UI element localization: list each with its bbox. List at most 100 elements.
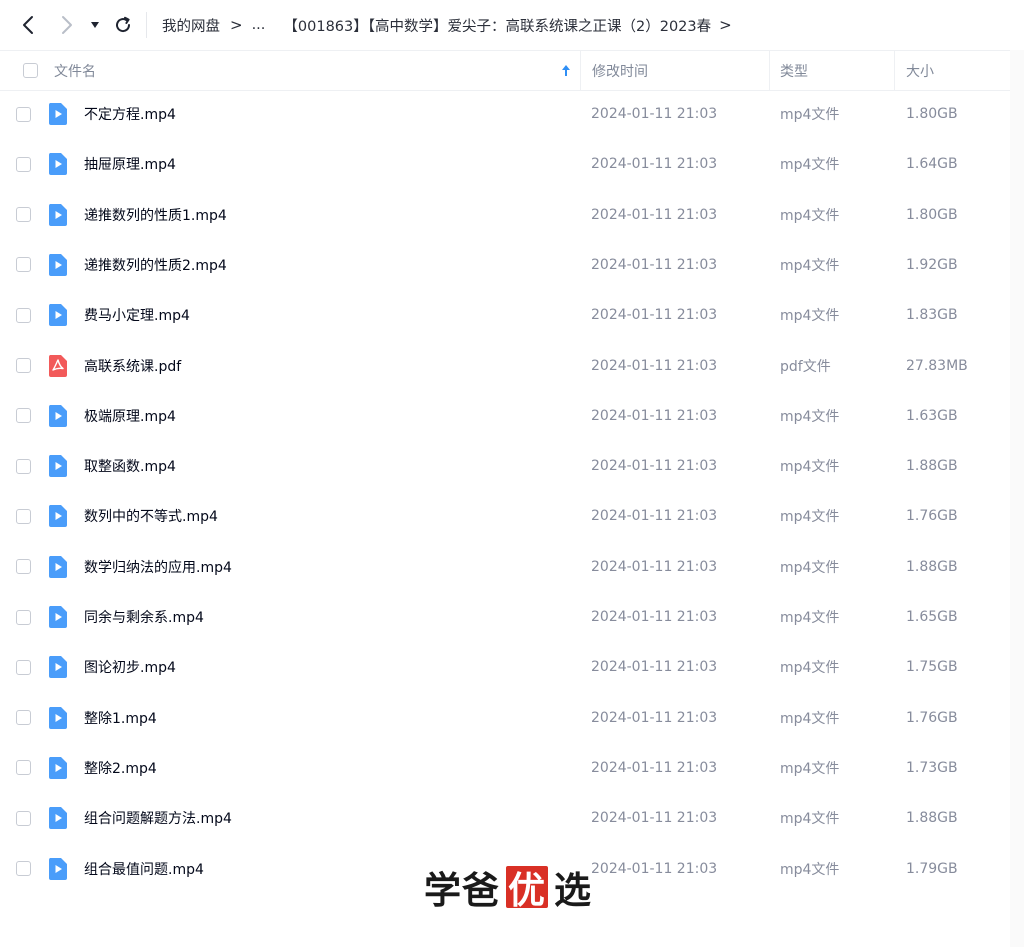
column-header-type[interactable]: 类型 — [780, 51, 808, 90]
file-name[interactable]: 费马小定理.mp4 — [84, 290, 190, 340]
pdf-icon — [47, 341, 69, 391]
file-row[interactable]: 极端原理.mp4 2024-01-11 21:03 mp4文件 1.63GB — [0, 391, 1010, 441]
file-row[interactable]: 整除1.mp4 2024-01-11 21:03 mp4文件 1.76GB — [0, 693, 1010, 743]
file-type: mp4文件 — [780, 861, 840, 878]
file-name[interactable]: 整除1.mp4 — [84, 693, 157, 743]
file-row[interactable]: 不定方程.mp4 2024-01-11 21:03 mp4文件 1.80GB — [0, 89, 1010, 139]
file-row[interactable]: 递推数列的性质2.mp4 2024-01-11 21:03 mp4文件 1.92GB — [0, 240, 1010, 290]
file-type: mp4文件 — [780, 509, 840, 526]
column-header-size[interactable]: 大小 — [906, 51, 934, 90]
row-checkbox-wrap — [16, 341, 31, 391]
video-icon — [47, 89, 69, 139]
arrow-up-icon — [562, 65, 570, 76]
column-divider[interactable] — [894, 51, 895, 90]
file-size: 1.88GB — [906, 810, 958, 827]
watermark-highlight-char: 优 — [506, 866, 548, 912]
file-name[interactable]: 数列中的不等式.mp4 — [84, 491, 218, 541]
file-modified-time: 2024-01-11 21:03 — [591, 860, 718, 877]
file-name[interactable]: 组合最值问题.mp4 — [84, 844, 204, 894]
refresh-button[interactable] — [111, 13, 135, 37]
row-checkbox[interactable] — [16, 710, 31, 726]
file-name[interactable]: 组合问题解题方法.mp4 — [84, 793, 232, 843]
select-all-checkbox[interactable] — [23, 63, 38, 78]
row-checkbox[interactable] — [16, 408, 31, 424]
row-checkbox[interactable] — [16, 659, 31, 675]
back-button[interactable] — [16, 13, 40, 37]
video-icon — [47, 190, 69, 240]
file-name[interactable]: 高联系统课.pdf — [84, 341, 181, 391]
row-checkbox[interactable] — [16, 458, 31, 474]
caret-down-icon — [91, 22, 99, 28]
chevron-left-icon — [23, 16, 33, 34]
breadcrumb-ellipsis[interactable]: ... — [252, 17, 266, 33]
scrollbar-track[interactable] — [1010, 50, 1024, 947]
file-type: mp4文件 — [780, 207, 840, 224]
nav-divider — [146, 12, 147, 38]
file-row[interactable]: 组合问题解题方法.mp4 2024-01-11 21:03 mp4文件 1.88GB — [0, 793, 1010, 843]
file-type: mp4文件 — [780, 157, 840, 174]
file-row[interactable]: 高联系统课.pdf 2024-01-11 21:03 pdf文件 27.83MB — [0, 341, 1010, 391]
column-divider[interactable] — [769, 51, 770, 90]
video-icon — [47, 743, 69, 793]
file-modified-time: 2024-01-11 21:03 — [591, 307, 718, 324]
row-checkbox[interactable] — [16, 508, 31, 524]
row-checkbox-wrap — [16, 89, 31, 139]
file-list-header: 文件名 修改时间 类型 大小 — [0, 50, 1010, 91]
breadcrumb-end-separator[interactable]: > — [719, 16, 732, 34]
row-checkbox[interactable] — [16, 207, 31, 223]
file-row[interactable]: 抽屉原理.mp4 2024-01-11 21:03 mp4文件 1.64GB — [0, 139, 1010, 189]
video-icon — [47, 542, 69, 592]
chevron-right-icon — [62, 16, 72, 34]
row-checkbox[interactable] — [16, 156, 31, 172]
breadcrumb-root[interactable]: 我的网盘 — [162, 15, 220, 36]
row-checkbox-wrap — [16, 190, 31, 240]
column-header-time[interactable]: 修改时间 — [592, 51, 648, 90]
video-icon — [47, 491, 69, 541]
file-modified-time: 2024-01-11 21:03 — [591, 156, 718, 173]
file-name[interactable]: 数学归纳法的应用.mp4 — [84, 542, 232, 592]
file-row[interactable]: 整除2.mp4 2024-01-11 21:03 mp4文件 1.73GB — [0, 743, 1010, 793]
file-size: 1.76GB — [906, 508, 958, 525]
column-divider[interactable] — [580, 51, 581, 90]
row-checkbox[interactable] — [16, 810, 31, 826]
file-row[interactable]: 递推数列的性质1.mp4 2024-01-11 21:03 mp4文件 1.80GB — [0, 190, 1010, 240]
video-icon — [47, 391, 69, 441]
file-name[interactable]: 递推数列的性质1.mp4 — [84, 190, 227, 240]
file-name[interactable]: 同余与剩余系.mp4 — [84, 592, 204, 642]
file-row[interactable]: 费马小定理.mp4 2024-01-11 21:03 mp4文件 1.83GB — [0, 290, 1010, 340]
row-checkbox[interactable] — [16, 559, 31, 575]
file-modified-time: 2024-01-11 21:03 — [591, 106, 718, 122]
file-row[interactable]: 同余与剩余系.mp4 2024-01-11 21:03 mp4文件 1.65GB — [0, 592, 1010, 642]
row-checkbox-wrap — [16, 793, 31, 843]
row-checkbox[interactable] — [16, 609, 31, 625]
file-size: 1.79GB — [906, 860, 958, 877]
file-size: 1.75GB — [906, 659, 958, 676]
file-size: 27.83MB — [906, 357, 968, 374]
file-name[interactable]: 图论初步.mp4 — [84, 642, 176, 692]
column-header-name[interactable]: 文件名 — [54, 51, 96, 90]
file-name[interactable]: 递推数列的性质2.mp4 — [84, 240, 227, 290]
file-row[interactable]: 数列中的不等式.mp4 2024-01-11 21:03 mp4文件 1.76GB — [0, 491, 1010, 541]
history-dropdown-button[interactable] — [85, 13, 105, 37]
row-checkbox[interactable] — [16, 257, 31, 273]
row-checkbox[interactable] — [16, 106, 31, 122]
row-checkbox[interactable] — [16, 358, 31, 373]
file-name[interactable]: 极端原理.mp4 — [84, 391, 176, 441]
row-checkbox[interactable] — [16, 760, 31, 776]
file-name[interactable]: 不定方程.mp4 — [84, 89, 176, 139]
sort-ascending-button[interactable] — [561, 51, 571, 90]
row-checkbox[interactable] — [16, 307, 31, 323]
file-row[interactable]: 取整函数.mp4 2024-01-11 21:03 mp4文件 1.88GB — [0, 441, 1010, 491]
watermark-char: 爸 — [462, 868, 500, 912]
file-name[interactable]: 整除2.mp4 — [84, 743, 157, 793]
file-row[interactable]: 数学归纳法的应用.mp4 2024-01-11 21:03 mp4文件 1.88GB — [0, 542, 1010, 592]
file-name[interactable]: 取整函数.mp4 — [84, 441, 176, 491]
breadcrumb-current-folder[interactable]: 【001863】【高中数学】爱尖子：高联系统课之正课（2）2023春 — [283, 15, 711, 36]
row-checkbox[interactable] — [16, 861, 31, 876]
file-modified-time: 2024-01-11 21:03 — [591, 558, 718, 575]
forward-button[interactable] — [55, 13, 79, 37]
file-type: mp4文件 — [780, 811, 840, 828]
watermark-char: 选 — [554, 868, 592, 912]
file-name[interactable]: 抽屉原理.mp4 — [84, 139, 176, 189]
file-row[interactable]: 图论初步.mp4 2024-01-11 21:03 mp4文件 1.75GB — [0, 642, 1010, 692]
